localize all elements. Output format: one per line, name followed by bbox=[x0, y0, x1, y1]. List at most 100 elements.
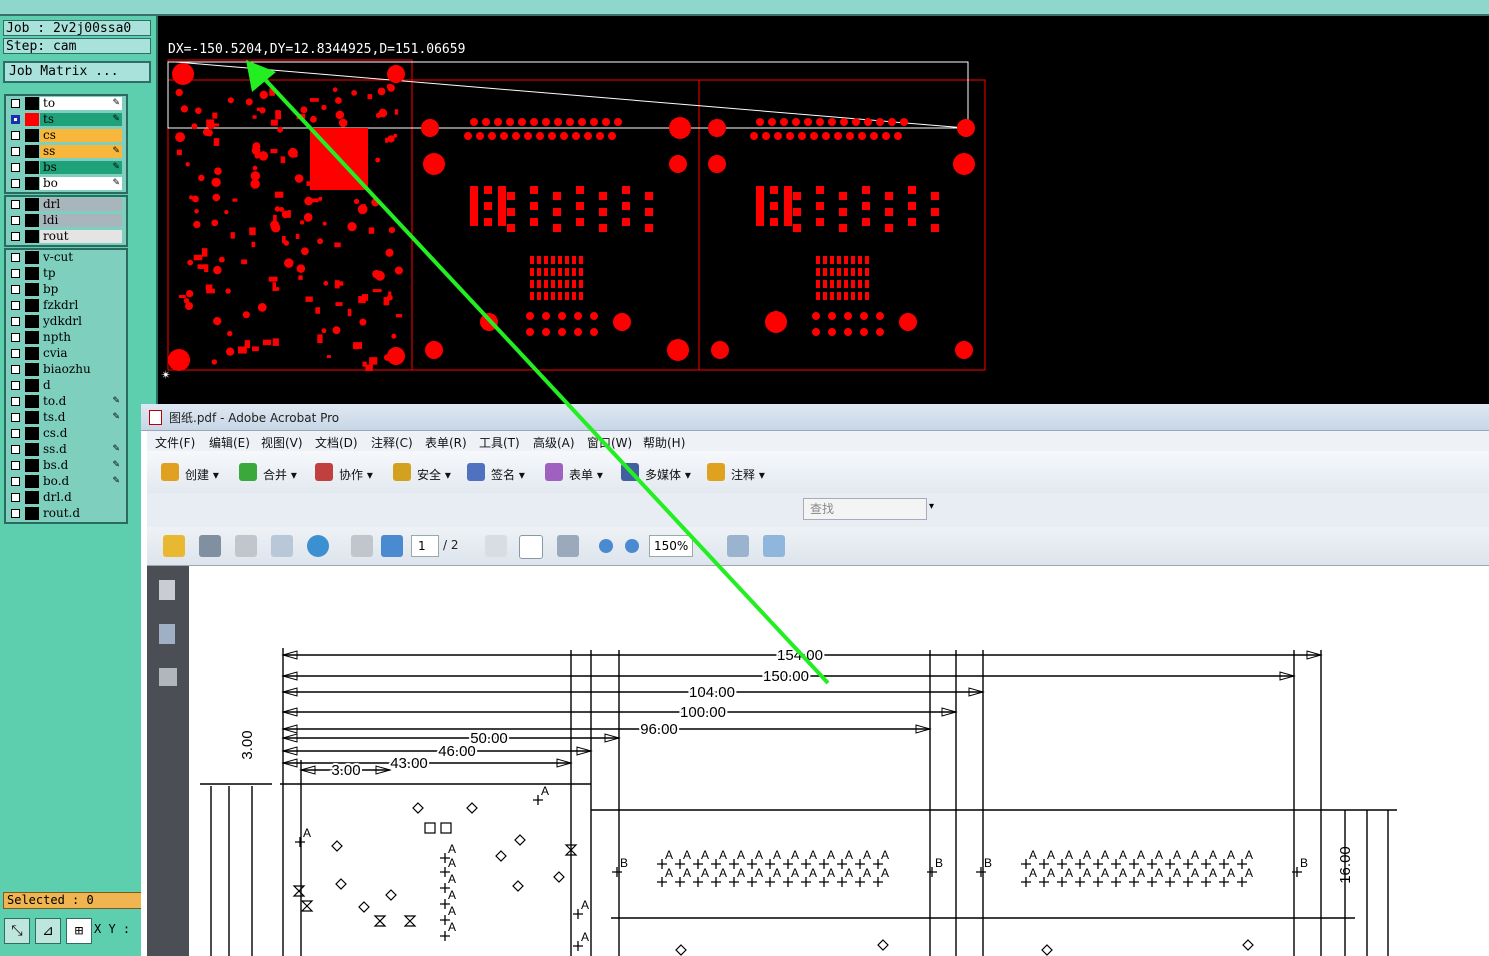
menu-item[interactable]: 注释(C) bbox=[371, 434, 413, 451]
email-icon[interactable] bbox=[271, 535, 293, 557]
layer-name[interactable]: drl.d bbox=[40, 491, 122, 504]
layer-color-swatch[interactable] bbox=[25, 251, 39, 264]
layer-name[interactable]: bs ✎ bbox=[40, 161, 122, 174]
layer-row[interactable]: to.d ✎ bbox=[6, 394, 126, 410]
zoom-out-icon[interactable] bbox=[599, 539, 613, 553]
menu-item[interactable]: 帮助(H) bbox=[643, 434, 685, 451]
layer-row[interactable]: cs.d bbox=[6, 426, 126, 442]
layer-row[interactable]: rout bbox=[6, 229, 126, 245]
layer-name[interactable]: tp bbox=[40, 267, 122, 280]
layer-checkbox[interactable] bbox=[11, 445, 20, 454]
layer-color-swatch[interactable] bbox=[25, 363, 39, 376]
layer-checkbox[interactable] bbox=[11, 509, 20, 518]
layer-color-swatch[interactable] bbox=[25, 113, 39, 126]
layer-row[interactable]: biaozhu bbox=[6, 362, 126, 378]
layer-row[interactable]: bp bbox=[6, 282, 126, 298]
menu-item[interactable]: 工具(T) bbox=[479, 434, 520, 451]
layer-color-swatch[interactable] bbox=[25, 491, 39, 504]
page-number-input[interactable]: 1 bbox=[411, 535, 439, 557]
layer-color-swatch[interactable] bbox=[25, 459, 39, 472]
zoom-in-icon[interactable] bbox=[625, 539, 639, 553]
fit-width-icon[interactable] bbox=[727, 535, 749, 557]
layer-color-swatch[interactable] bbox=[25, 214, 39, 227]
layer-color-swatch[interactable] bbox=[25, 299, 39, 312]
layer-checkbox[interactable] bbox=[11, 253, 20, 262]
layer-checkbox[interactable] bbox=[11, 131, 20, 140]
web-upload-icon[interactable] bbox=[307, 535, 329, 557]
layer-color-swatch[interactable] bbox=[25, 97, 39, 110]
layer-name[interactable]: to ✎ bbox=[40, 97, 122, 110]
layer-row[interactable]: ss.d ✎ bbox=[6, 442, 126, 458]
layer-name[interactable]: to.d ✎ bbox=[40, 395, 122, 408]
measure-tool-button[interactable]: ⊿ bbox=[35, 918, 61, 944]
layer-checkbox[interactable] bbox=[11, 301, 20, 310]
layer-color-swatch[interactable] bbox=[25, 161, 39, 174]
cam-graphics-area[interactable]: DX=-150.5204,DY=12.8344925,D=151.06659 ✴ bbox=[158, 16, 1489, 408]
layer-name[interactable]: npth bbox=[40, 331, 122, 344]
layer-checkbox[interactable] bbox=[11, 115, 20, 124]
job-matrix-button[interactable]: Job Matrix ... bbox=[3, 61, 151, 83]
layer-checkbox[interactable] bbox=[11, 200, 20, 209]
layer-checkbox[interactable] bbox=[11, 99, 20, 108]
layer-row[interactable]: fzkdrl bbox=[6, 298, 126, 314]
hand-tool-icon[interactable] bbox=[519, 535, 543, 559]
layer-color-swatch[interactable] bbox=[25, 379, 39, 392]
layer-checkbox[interactable] bbox=[11, 147, 20, 156]
layer-checkbox[interactable] bbox=[11, 461, 20, 470]
layer-row[interactable]: ts.d ✎ bbox=[6, 410, 126, 426]
layer-checkbox[interactable] bbox=[11, 333, 20, 342]
layer-row[interactable]: bo ✎ bbox=[6, 176, 126, 192]
layer-name[interactable]: cvia bbox=[40, 347, 122, 360]
layer-row[interactable]: v-cut bbox=[6, 250, 126, 266]
layer-checkbox[interactable] bbox=[11, 397, 20, 406]
layer-checkbox[interactable] bbox=[11, 269, 20, 278]
layer-row[interactable]: d bbox=[6, 378, 126, 394]
signatures-panel-icon[interactable] bbox=[159, 668, 177, 686]
layer-row[interactable]: bs.d ✎ bbox=[6, 458, 126, 474]
open-folder-icon[interactable] bbox=[163, 535, 185, 557]
layer-color-swatch[interactable] bbox=[25, 145, 39, 158]
pdf-page-view[interactable]: 154.00 150.00 104.00 100.00 96.00 50.00 46.00 4… bbox=[189, 566, 1489, 956]
layer-color-swatch[interactable] bbox=[25, 267, 39, 280]
menu-item[interactable]: 编辑(E) bbox=[209, 434, 250, 451]
layer-name[interactable]: rout.d bbox=[40, 507, 122, 520]
layer-checkbox[interactable] bbox=[11, 429, 20, 438]
menu-item[interactable]: 视图(V) bbox=[261, 434, 303, 451]
layer-checkbox[interactable] bbox=[11, 163, 20, 172]
layer-color-swatch[interactable] bbox=[25, 198, 39, 211]
layer-color-swatch[interactable] bbox=[25, 230, 39, 243]
layer-checkbox[interactable] bbox=[11, 381, 20, 390]
bookmarks-panel-icon[interactable] bbox=[159, 624, 175, 644]
layer-checkbox[interactable] bbox=[11, 349, 20, 358]
layer-row[interactable]: cvia bbox=[6, 346, 126, 362]
layer-color-swatch[interactable] bbox=[25, 427, 39, 440]
menu-item[interactable]: 窗口(W) bbox=[587, 434, 632, 451]
layer-color-swatch[interactable] bbox=[25, 347, 39, 360]
layer-row[interactable]: rout.d bbox=[6, 506, 126, 522]
layer-name[interactable]: ydkdrl bbox=[40, 315, 122, 328]
layer-name[interactable]: cs.d bbox=[40, 427, 122, 440]
snap-grid-tool-button[interactable]: ⊞ bbox=[66, 918, 92, 944]
layer-name[interactable]: fzkdrl bbox=[40, 299, 122, 312]
layer-row[interactable]: bo.d ✎ bbox=[6, 474, 126, 490]
print-icon[interactable] bbox=[199, 535, 221, 557]
layer-row[interactable]: ydkdrl bbox=[6, 314, 126, 330]
layer-checkbox[interactable] bbox=[11, 216, 20, 225]
menu-item[interactable]: 文档(D) bbox=[315, 434, 358, 451]
fit-page-icon[interactable] bbox=[763, 535, 785, 557]
layer-checkbox[interactable] bbox=[11, 413, 20, 422]
layer-checkbox[interactable] bbox=[11, 477, 20, 486]
zoom-level-input[interactable]: 150% bbox=[649, 535, 693, 557]
layer-row[interactable]: ts ✎ bbox=[6, 112, 126, 128]
layer-row[interactable]: ldi bbox=[6, 213, 126, 229]
layer-checkbox[interactable] bbox=[11, 317, 20, 326]
previous-page-icon[interactable] bbox=[351, 535, 373, 557]
layer-name[interactable]: biaozhu bbox=[40, 363, 122, 376]
layer-name[interactable]: ss ✎ bbox=[40, 145, 122, 158]
next-page-icon[interactable] bbox=[381, 535, 403, 557]
layer-name[interactable]: v-cut bbox=[40, 251, 122, 264]
save-icon[interactable] bbox=[235, 535, 257, 557]
layer-color-swatch[interactable] bbox=[25, 475, 39, 488]
layer-name[interactable]: drl bbox=[40, 198, 122, 211]
layer-name[interactable]: rout bbox=[40, 230, 122, 243]
